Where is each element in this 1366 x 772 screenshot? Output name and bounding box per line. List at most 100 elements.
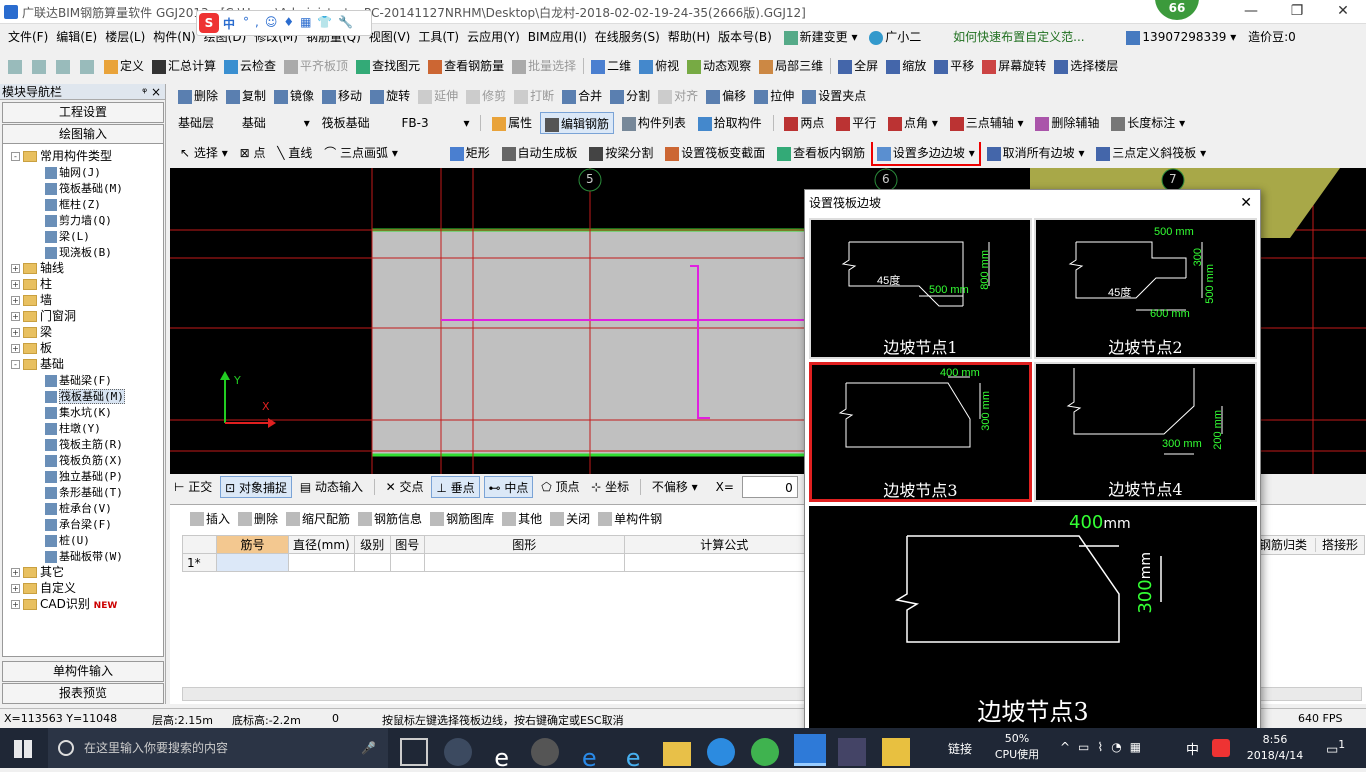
rebar-toolbar-button[interactable]: 插入	[186, 508, 234, 530]
attr-button[interactable]: 属性	[488, 112, 536, 134]
toolbar2-button[interactable]: 延伸	[414, 85, 462, 107]
expand-icon[interactable]: +	[11, 264, 20, 273]
clock[interactable]: 8:56 2018/4/14	[1240, 732, 1310, 764]
toolbar1-button[interactable]: 全屏	[834, 55, 882, 77]
length-dim-button[interactable]: 长度标注 ▾	[1107, 112, 1189, 134]
parallel-button[interactable]: 平行	[832, 112, 880, 134]
toolbar2-button[interactable]: 打断	[510, 85, 558, 107]
toolbar1-button[interactable]: 批量选择	[508, 55, 580, 77]
column-header[interactable]: 直径(mm)	[288, 535, 355, 554]
cancel-all-slope-button[interactable]: 取消所有边坡 ▾	[983, 142, 1089, 164]
minimize-button[interactable]: —	[1228, 0, 1274, 24]
intersection-snap[interactable]: ✕ 交点	[382, 476, 428, 498]
toolbar1-button[interactable]: 二维	[587, 55, 635, 77]
ime-mode[interactable]: 中	[223, 15, 235, 32]
three-point-aux-button[interactable]: 三点辅轴 ▾	[946, 112, 1028, 134]
task-view-icon[interactable]	[400, 738, 428, 766]
tree-folder[interactable]: + 梁	[11, 324, 52, 340]
toolbar1-button[interactable]: 查看钢筋量	[424, 55, 508, 77]
column-header[interactable]: 筋号	[216, 535, 289, 554]
two-point-button[interactable]: 两点	[780, 112, 828, 134]
toolbar1-button[interactable]: 查找图元	[352, 55, 424, 77]
app-green-icon[interactable]	[750, 738, 779, 766]
set-slab-section-button[interactable]: 设置筏板变截面	[661, 142, 769, 164]
toolbar1-button[interactable]: 云检查	[220, 55, 280, 77]
tree-item[interactable]: 桩(U)	[45, 532, 90, 548]
browser-g-icon[interactable]	[706, 738, 735, 766]
tree-item[interactable]: 集水坑(K)	[45, 404, 112, 420]
toolbar2-button[interactable]: 修剪	[462, 85, 510, 107]
save-icon[interactable]	[52, 55, 76, 77]
app-fan-icon[interactable]	[443, 738, 472, 766]
glodon-active-icon[interactable]	[794, 734, 827, 766]
tree-item[interactable]: 筏板主筋(R)	[45, 436, 123, 452]
dialog-close-button[interactable]: ✕	[1240, 190, 1252, 216]
item-select[interactable]: FB-3 ▾	[397, 112, 473, 134]
tree-item[interactable]: 独立基础(P)	[45, 468, 123, 484]
perpendicular-snap[interactable]: ⊥ 垂点	[431, 476, 480, 498]
menu-item[interactable]: 版本号(B)	[714, 26, 776, 48]
point-angle-button[interactable]: 点角 ▾	[884, 112, 942, 134]
toolbar2-button[interactable]: 偏移	[702, 85, 750, 107]
toolbar2-button[interactable]: 合并	[558, 85, 606, 107]
draw-input-button[interactable]: 绘图输入	[2, 124, 164, 145]
tree-item[interactable]: 基础板带(W)	[45, 548, 123, 564]
toolbar2-button[interactable]: 对齐	[654, 85, 702, 107]
new-icon[interactable]	[4, 55, 28, 77]
toolbar1-button[interactable]: 平移	[930, 55, 978, 77]
set-multi-slope-button[interactable]: 设置多边边坡 ▾	[870, 142, 981, 166]
toolbar1-button[interactable]: 平齐板顶	[280, 55, 352, 77]
toolbar1-button[interactable]: 俯视	[635, 55, 683, 77]
menu-item[interactable]: 帮助(H)	[664, 26, 714, 48]
expand-icon[interactable]: +	[11, 568, 20, 577]
tree-folder[interactable]: + 柱	[11, 276, 52, 292]
toolbar1-button[interactable]: 屏幕旋转	[978, 55, 1050, 77]
undo-icon[interactable]	[76, 55, 100, 77]
tree-folder[interactable]: + CAD识别 NEW	[11, 596, 117, 612]
tree-item[interactable]: 筏板负筋(X)	[45, 452, 123, 468]
tree-folder[interactable]: - 常用构件类型	[11, 148, 112, 164]
rebar-toolbar-button[interactable]: 关闭	[546, 508, 594, 530]
column-header[interactable]: 图号	[389, 535, 425, 554]
menu-item[interactable]: 楼层(L)	[101, 26, 149, 48]
x-input[interactable]: 0	[741, 476, 798, 498]
type-select[interactable]: 筏板基础	[318, 112, 394, 134]
arc-tool[interactable]: ⌒ 三点画弧 ▾	[320, 142, 402, 164]
column-header[interactable]: 图形	[423, 535, 625, 554]
toolbar2-button[interactable]: 拉伸	[750, 85, 798, 107]
pick-component-button[interactable]: 拾取构件	[694, 112, 766, 134]
menu-item[interactable]: 构件(N)	[149, 26, 199, 48]
point-tool[interactable]: ⊠ 点	[236, 142, 270, 164]
midpoint-snap[interactable]: ⊷ 中点	[483, 476, 534, 498]
sogou-tray-icon[interactable]	[1212, 739, 1230, 757]
expand-icon[interactable]: +	[11, 584, 20, 593]
notification-button[interactable]: ▭1	[1326, 738, 1345, 757]
tree-folder[interactable]: + 自定义	[11, 580, 76, 596]
tip-link[interactable]: 如何快速布置自定义范...	[949, 26, 1088, 48]
tree-folder[interactable]: + 墙	[11, 292, 52, 308]
tree-item[interactable]: 筏板基础(M)	[45, 388, 125, 404]
ortho-toggle[interactable]: ⊢ 正交	[170, 476, 216, 498]
taskbar-search[interactable]: 在这里输入你要搜索的内容 🎤	[48, 728, 388, 768]
tree-folder[interactable]: + 其它	[11, 564, 64, 580]
tree-folder[interactable]: - 基础	[11, 356, 64, 372]
menu-item[interactable]: 视图(V)	[365, 26, 415, 48]
tree-item[interactable]: 承台梁(F)	[45, 516, 112, 532]
menu-item[interactable]: 工具(T)	[414, 26, 463, 48]
tree-item[interactable]: 条形基础(T)	[45, 484, 123, 500]
column-header[interactable]: 计算公式	[623, 535, 825, 554]
start-button[interactable]	[14, 740, 32, 758]
toolbar1-button[interactable]: 定义	[100, 55, 148, 77]
vertex-snap[interactable]: ⬠ 顶点	[537, 476, 583, 498]
toolbar2-button[interactable]: 镜像	[270, 85, 318, 107]
rect-tool[interactable]: 矩形	[446, 142, 494, 164]
tree-item[interactable]: 基础梁(F)	[45, 372, 112, 388]
rebar-toolbar-button[interactable]: 缩尺配筋	[282, 508, 354, 530]
pin-icon[interactable]: ᵠ ×	[142, 84, 161, 100]
object-snap-toggle[interactable]: ⊡ 对象捕捉	[220, 476, 293, 498]
tree-folder[interactable]: + 板	[11, 340, 52, 356]
tree-item[interactable]: 桩承台(V)	[45, 500, 112, 516]
tree-folder[interactable]: + 门窗洞	[11, 308, 76, 324]
column-header[interactable]: 级别	[353, 535, 391, 554]
toolbar2-button[interactable]: 复制	[222, 85, 270, 107]
